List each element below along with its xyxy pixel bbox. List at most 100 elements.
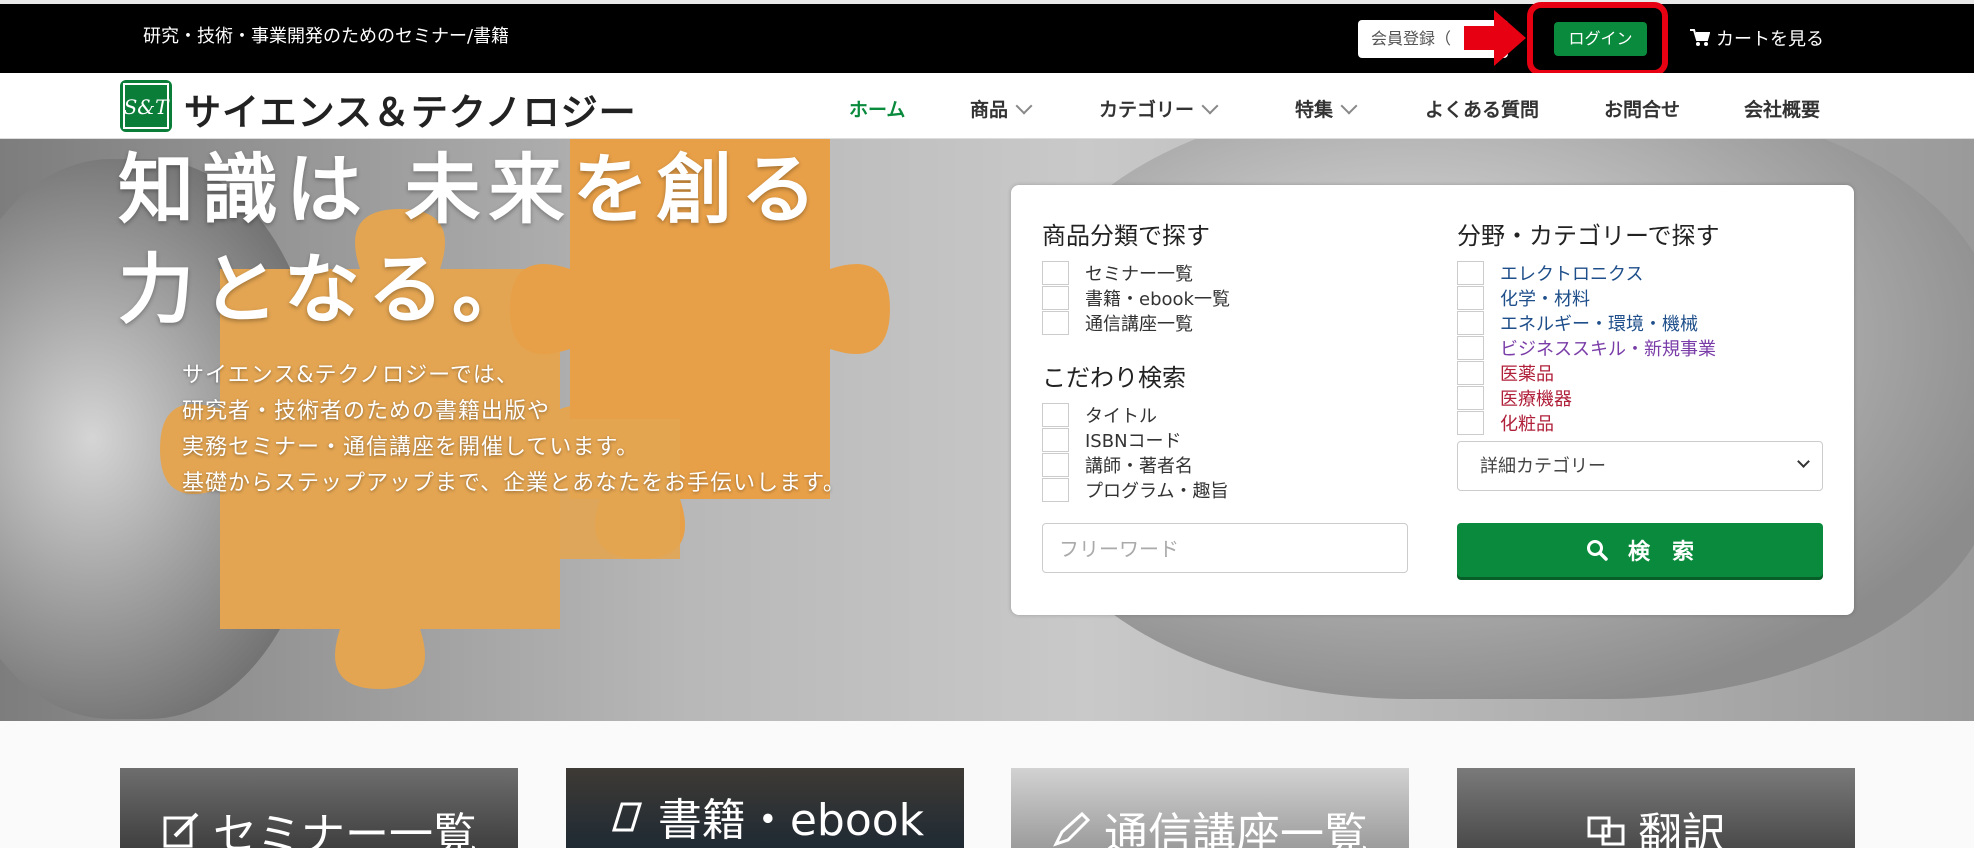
checkbox-label: 書籍・ebook一覧 xyxy=(1085,289,1230,310)
nav-faq[interactable]: よくある質問 xyxy=(1425,95,1539,122)
checkbox[interactable] xyxy=(1457,411,1484,435)
hero-description: サイエンス&テクノロジーでは、 研究者・技術者のための書籍出版や 実務セミナー・… xyxy=(182,358,846,502)
translate-icon xyxy=(1587,816,1625,846)
search-button-label: 検 索 xyxy=(1627,540,1694,565)
edit-icon xyxy=(163,812,199,848)
checkbox-label: ISBNコード xyxy=(1085,431,1182,452)
chevron-down-icon xyxy=(1340,97,1358,115)
card-label: 翻訳 xyxy=(1457,798,1855,848)
nav-categories[interactable]: カテゴリー xyxy=(1099,95,1219,122)
card-title: セミナー一覧 xyxy=(213,809,477,848)
checkbox-label: プログラム・趣旨 xyxy=(1085,481,1229,502)
card-label: 通信講座一覧 xyxy=(1011,798,1409,848)
cart-link[interactable]: カートを見る xyxy=(1690,25,1824,51)
card-title: 書籍・ebook xyxy=(657,795,925,846)
nav-faq-label: よくある質問 xyxy=(1425,99,1540,121)
checkbox-cosmetics[interactable]: 化粧品 xyxy=(1457,410,1554,436)
freeword-input[interactable]: フリーワード xyxy=(1042,523,1408,573)
checkbox-business[interactable]: ビジネススキル・新規事業 xyxy=(1457,335,1716,361)
checkbox[interactable] xyxy=(1042,428,1069,452)
nav-products-label: 商品 xyxy=(970,99,1009,121)
checkbox-books[interactable]: 書籍・ebook一覧 xyxy=(1042,285,1230,311)
checkbox-seminar[interactable]: セミナー一覧 xyxy=(1042,260,1193,286)
card-title: 通信講座一覧 xyxy=(1104,809,1368,848)
category-link[interactable]: 医療機器 xyxy=(1500,385,1572,411)
nav-company-label: 会社概要 xyxy=(1744,99,1821,121)
card-books[interactable]: 書籍・ebook xyxy=(566,768,964,848)
logo-mark[interactable]: S&T xyxy=(120,80,172,132)
subcategory-select[interactable]: 詳細カテゴリー xyxy=(1457,441,1823,491)
checkbox[interactable] xyxy=(1457,336,1484,360)
checkbox[interactable] xyxy=(1042,311,1069,335)
search-icon xyxy=(1586,540,1608,561)
checkbox[interactable] xyxy=(1457,386,1484,410)
card-title: 翻訳 xyxy=(1638,809,1726,848)
checkbox-correspondence[interactable]: 通信講座一覧 xyxy=(1042,310,1193,336)
chevron-down-icon xyxy=(1015,97,1033,115)
checkbox-pharma[interactable]: 医薬品 xyxy=(1457,360,1554,386)
category-link[interactable]: ビジネススキル・新規事業 xyxy=(1500,335,1716,361)
checkbox[interactable] xyxy=(1042,478,1069,502)
card-correspondence[interactable]: 通信講座一覧 xyxy=(1011,768,1409,848)
login-button[interactable]: ログイン xyxy=(1554,22,1647,56)
hero-title-line: 知識は 未来を創る xyxy=(118,145,825,234)
checkbox-label: セミナー一覧 xyxy=(1085,264,1193,285)
detail-search-heading: こだわり検索 xyxy=(1042,364,1186,392)
hero-desc-line: 研究者・技術者のための書籍出版や xyxy=(182,399,551,424)
nav-home[interactable]: ホーム xyxy=(849,95,905,122)
logo-text[interactable]: サイエンス＆テクノロジー xyxy=(184,82,637,136)
nav-contact[interactable]: お問合せ xyxy=(1604,95,1680,122)
checkbox-energy[interactable]: エネルギー・環境・機械 xyxy=(1457,310,1698,336)
checkbox-isbn[interactable]: ISBNコード xyxy=(1042,427,1182,453)
nav-contact-label: お問合せ xyxy=(1604,99,1681,121)
logo-mark-text: S&T xyxy=(124,95,171,119)
hero-title: 知識は 未来を創る 力となる。 xyxy=(118,140,824,340)
checkbox-author[interactable]: 講師・著者名 xyxy=(1042,452,1193,478)
cart-icon xyxy=(1690,29,1710,46)
checkbox[interactable] xyxy=(1457,361,1484,385)
card-label: セミナー一覧 xyxy=(120,798,518,848)
hero-desc-line: サイエンス&テクノロジーでは、 xyxy=(182,363,519,388)
nav-features-label: 特集 xyxy=(1295,99,1334,121)
hero-title-line: 力となる。 xyxy=(118,245,536,334)
checkbox[interactable] xyxy=(1042,403,1069,427)
checkbox-label: 通信講座一覧 xyxy=(1085,314,1193,335)
search-button[interactable]: 検 索 xyxy=(1457,523,1823,577)
cart-label: カートを見る xyxy=(1716,29,1824,50)
checkbox-label: タイトル xyxy=(1085,406,1157,427)
checkbox[interactable] xyxy=(1457,286,1484,310)
card-translation[interactable]: 翻訳 xyxy=(1457,768,1855,848)
category-link[interactable]: 化学・材料 xyxy=(1500,285,1590,311)
chevron-down-icon xyxy=(1201,97,1219,115)
nav-company[interactable]: 会社概要 xyxy=(1744,95,1820,122)
checkbox[interactable] xyxy=(1042,261,1069,285)
checkbox[interactable] xyxy=(1042,286,1069,310)
checkbox-electronics[interactable]: エレクトロニクス xyxy=(1457,260,1643,286)
nav-features[interactable]: 特集 xyxy=(1295,95,1358,122)
nav-home-label: ホーム xyxy=(849,99,906,121)
category-link[interactable]: 医薬品 xyxy=(1500,360,1554,386)
book-icon xyxy=(611,802,642,832)
product-search-heading: 商品分類で探す xyxy=(1042,222,1210,250)
card-label: 書籍・ebook xyxy=(566,784,964,848)
nav-products[interactable]: 商品 xyxy=(970,95,1033,122)
checkbox-label: 講師・著者名 xyxy=(1085,456,1193,477)
checkbox-chemistry[interactable]: 化学・材料 xyxy=(1457,285,1590,311)
checkbox[interactable] xyxy=(1457,311,1484,335)
category-link[interactable]: エレクトロニクス xyxy=(1500,260,1643,286)
checkbox-medical-devices[interactable]: 医療機器 xyxy=(1457,385,1572,411)
checkbox[interactable] xyxy=(1042,453,1069,477)
right-arrow-icon xyxy=(1464,10,1526,66)
category-search-heading: 分野・カテゴリーで探す xyxy=(1457,222,1720,250)
checkbox[interactable] xyxy=(1457,261,1484,285)
subcategory-selected: 詳細カテゴリー xyxy=(1480,456,1606,477)
checkbox-program[interactable]: プログラム・趣旨 xyxy=(1042,477,1228,503)
checkbox-title[interactable]: タイトル xyxy=(1042,402,1157,428)
hero-desc-line: 基礎からステップアップまで、企業とあなたをお手伝いします。 xyxy=(182,471,846,496)
category-link[interactable]: エネルギー・環境・機械 xyxy=(1500,310,1698,336)
category-link[interactable]: 化粧品 xyxy=(1500,410,1554,436)
site-tagline: 研究・技術・事業開発のためのセミナー/書籍 xyxy=(143,26,510,47)
chevron-down-icon xyxy=(1797,455,1810,468)
card-seminar[interactable]: セミナー一覧 xyxy=(120,768,518,848)
nav-categories-label: カテゴリー xyxy=(1099,99,1195,121)
